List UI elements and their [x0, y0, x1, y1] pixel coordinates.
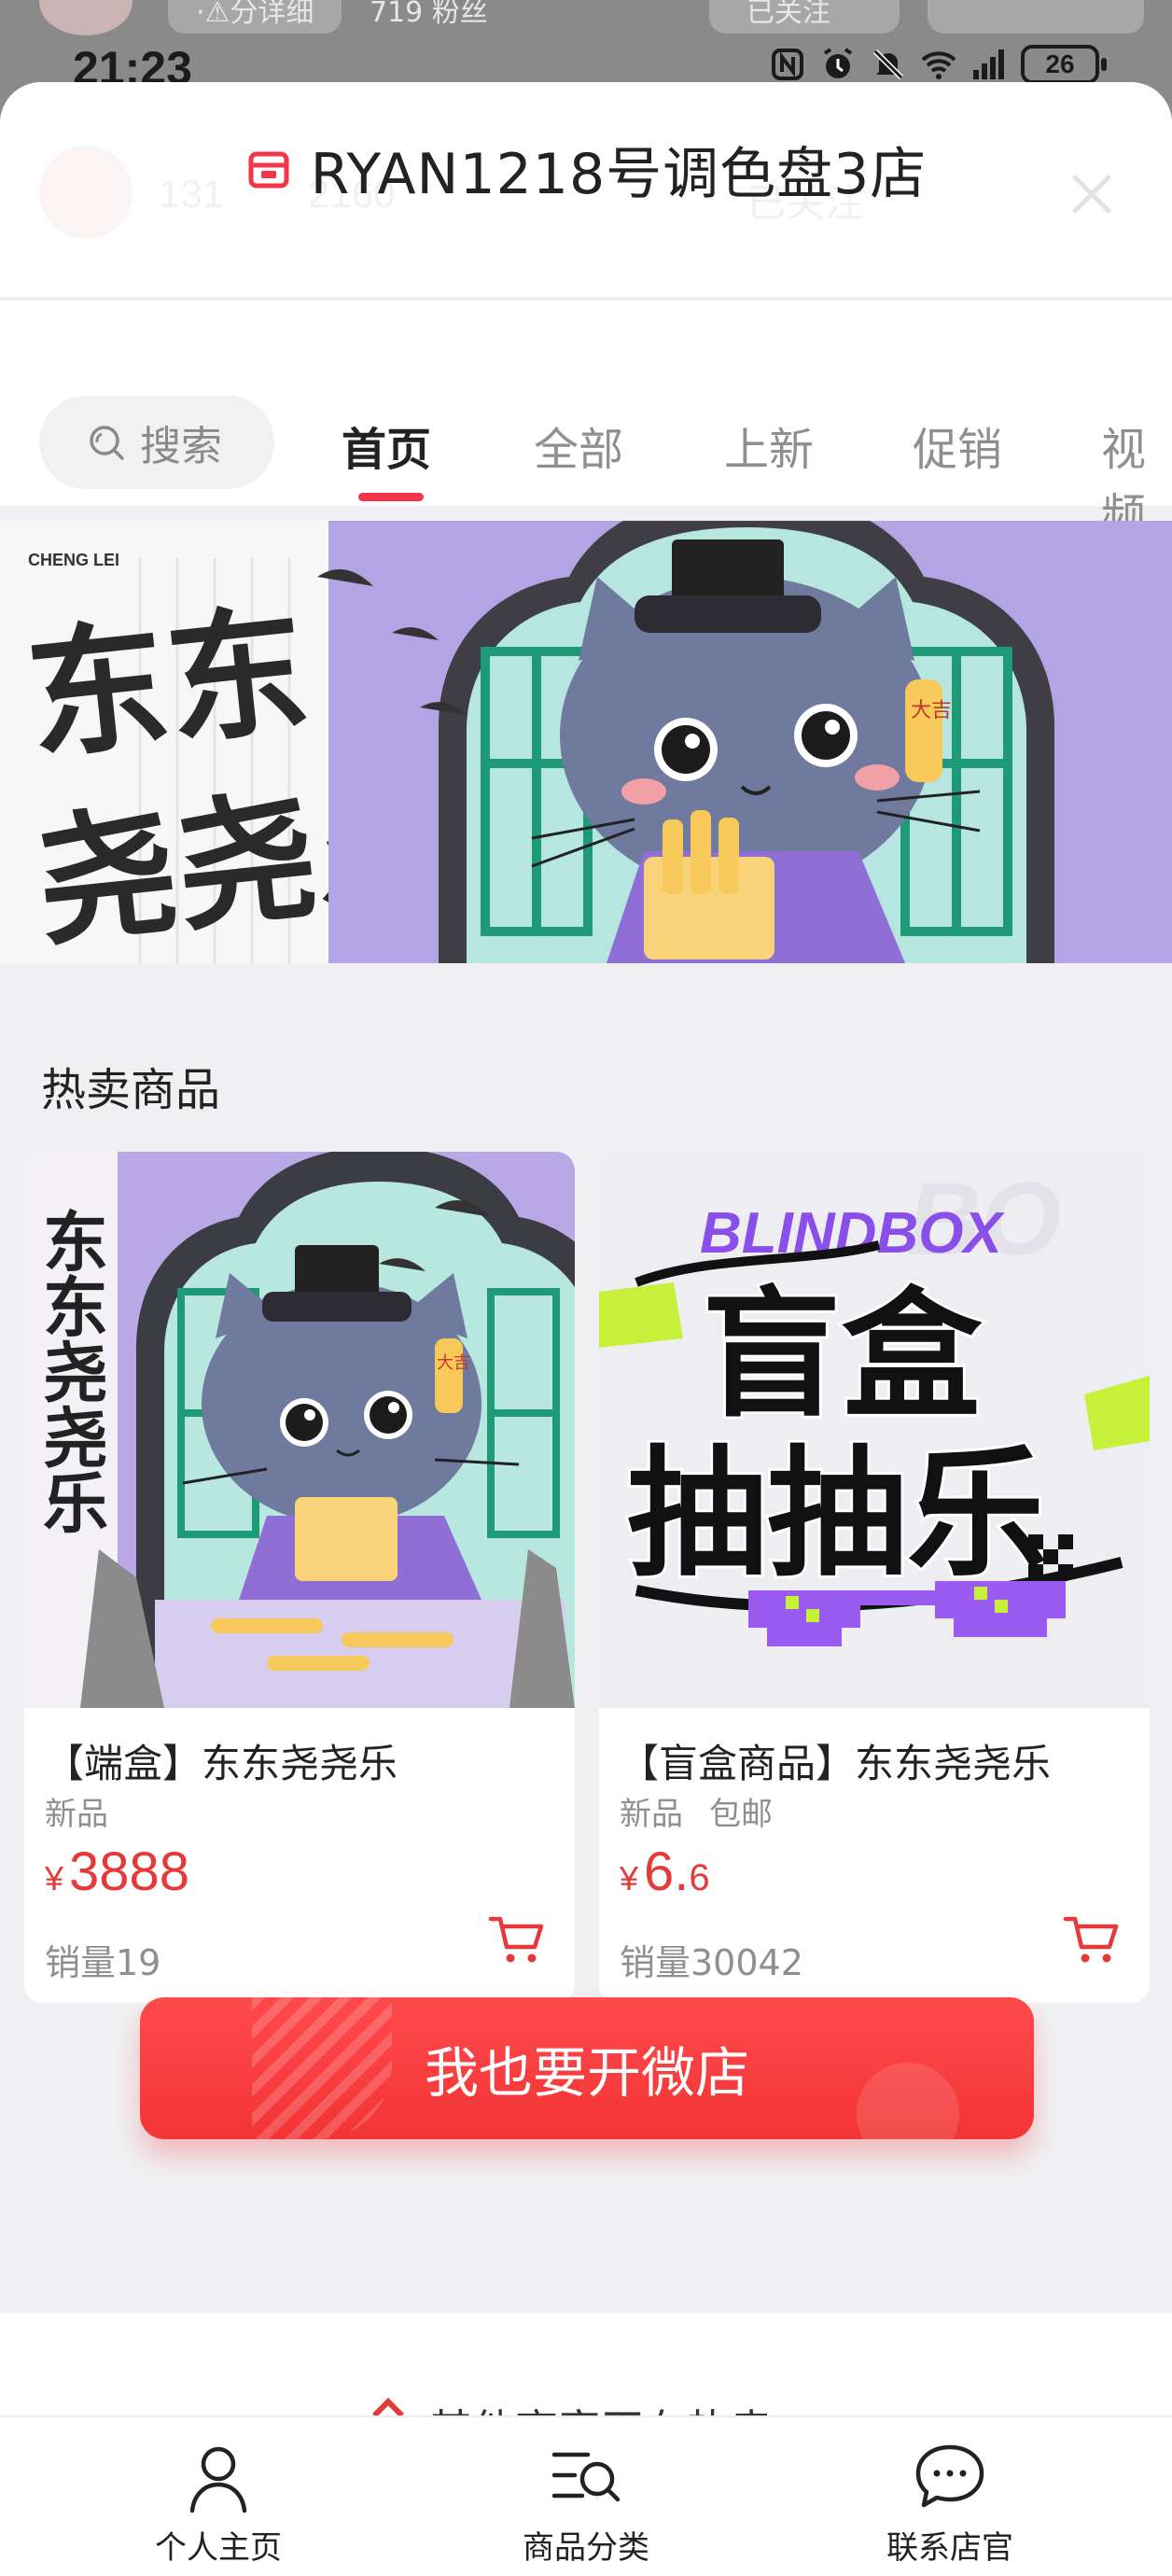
price-main: 6.: [644, 1841, 690, 1902]
tab-bar: 搜索 首页 全部 上新 促销 视频: [0, 301, 1172, 541]
banner-image: CHENG LEI 东东 尧尧乐 大吉: [0, 521, 1172, 963]
product-card-1[interactable]: 大吉 东东尧尧乐 【端盒】东东尧尧乐 新品 ¥3888 销量19: [24, 1152, 575, 2003]
sheet-header: 131 2160 已关注 RYAN1218号调色盘3店: [0, 82, 1172, 297]
tab-promotion[interactable]: 促销: [913, 413, 1002, 478]
shop-sheet: 131 2160 已关注 RYAN1218号调色盘3店 搜索 首页 全部 上新 …: [0, 82, 1172, 2576]
product-sales: 销量30042: [620, 1942, 803, 1983]
price-main: 3888: [69, 1841, 190, 1902]
product-card-2[interactable]: BO BLINDBOX 盲盒 抽抽乐 【盲盒商品】东东尧尧乐 新品 包邮 ¥6.…: [599, 1152, 1150, 2003]
tab-new[interactable]: 上新: [724, 413, 814, 478]
price-decimal: 6: [689, 1857, 710, 1898]
battery-level: 26: [1045, 49, 1075, 78]
product-tag: 新品: [620, 1796, 683, 1833]
product-sales: 销量19: [45, 1942, 161, 1983]
hot-products-title: 热卖商品: [41, 1064, 221, 1116]
category-search-icon: [551, 2452, 621, 2502]
background-avatar: [39, 0, 133, 35]
price-currency: ¥: [620, 1859, 639, 1897]
status-icons: 26: [769, 45, 1107, 84]
wifi-icon: [921, 51, 956, 79]
nfc-icon: [772, 49, 803, 80]
product-2-line2: 抽抽乐: [627, 1434, 1047, 1596]
signal-icon: [973, 49, 1004, 79]
product-tags: 新品 包邮: [620, 1788, 773, 1834]
product-1-badge: 大吉: [437, 1353, 470, 1373]
nav-contact[interactable]: 联系店官: [838, 2438, 1062, 2568]
nav-contact-label: 联系店官: [886, 2529, 1013, 2567]
background-fans-text: 719 粉丝: [370, 0, 488, 29]
open-shop-button[interactable]: 我也要开微店: [140, 1997, 1034, 2139]
background-left-text: ·⚠分详细: [196, 0, 314, 29]
button-decoration: [252, 1997, 392, 2139]
nav-categories[interactable]: 商品分类: [474, 2438, 698, 2568]
bottom-nav: 个人主页 商品分类 联系店官: [0, 2415, 1172, 2576]
add-to-cart-icon[interactable]: [487, 1910, 547, 1969]
product-image-1: 大吉 东东尧尧乐: [24, 1152, 575, 1708]
product-1-vertical-text: 东东尧尧乐: [33, 1208, 110, 1534]
background-close-pill: [928, 0, 1144, 34]
banner-brand-small: CHENG LEI: [28, 551, 119, 569]
price-currency: ¥: [45, 1859, 64, 1897]
user-icon: [189, 2446, 247, 2513]
search-label: 搜索: [140, 423, 222, 470]
mute-icon: [872, 49, 904, 80]
shop-banner[interactable]: CHENG LEI 东东 尧尧乐 大吉: [0, 521, 1172, 963]
nav-profile-label: 个人主页: [155, 2529, 282, 2567]
shop-icon: [248, 151, 289, 188]
open-shop-label: 我也要开微店: [424, 2041, 749, 2105]
banner-badge: 大吉: [911, 699, 952, 722]
banner-calligraphy-1: 东东: [20, 588, 315, 780]
chat-icon: [915, 2444, 984, 2508]
product-tags: 新品: [45, 1788, 108, 1834]
tab-home[interactable]: 首页: [342, 413, 431, 478]
product-tag: 新品: [45, 1796, 108, 1833]
product-price: ¥3888: [45, 1841, 189, 1903]
nav-categories-label: 商品分类: [523, 2529, 649, 2567]
product-image-2: BO BLINDBOX 盲盒 抽抽乐: [599, 1152, 1150, 1708]
shop-title: RYAN1218号调色盘3店: [310, 142, 928, 207]
product-name: 【盲盒商品】东东尧尧乐: [620, 1741, 1052, 1786]
product-2-headline: BLINDBOX: [700, 1201, 1005, 1266]
product-price: ¥6.6: [620, 1841, 710, 1903]
shop-title-row: RYAN1218号调色盘3店: [0, 129, 1172, 210]
nav-profile[interactable]: 个人主页: [106, 2438, 330, 2568]
active-tab-indicator: [358, 493, 424, 501]
product-tag: 包邮: [709, 1796, 773, 1833]
tab-all[interactable]: 全部: [534, 413, 623, 478]
search-button[interactable]: 搜索: [39, 396, 274, 489]
background-follow-label: 已关注: [746, 0, 830, 29]
button-decoration: [857, 2063, 959, 2139]
add-to-cart-icon[interactable]: [1062, 1910, 1122, 1969]
product-2-line1: 盲盒: [702, 1275, 983, 1437]
product-name: 【端盒】东东尧尧乐: [45, 1741, 398, 1786]
search-icon: [90, 426, 124, 460]
alarm-icon: [823, 48, 853, 78]
battery-indicator: 26: [1021, 45, 1107, 84]
